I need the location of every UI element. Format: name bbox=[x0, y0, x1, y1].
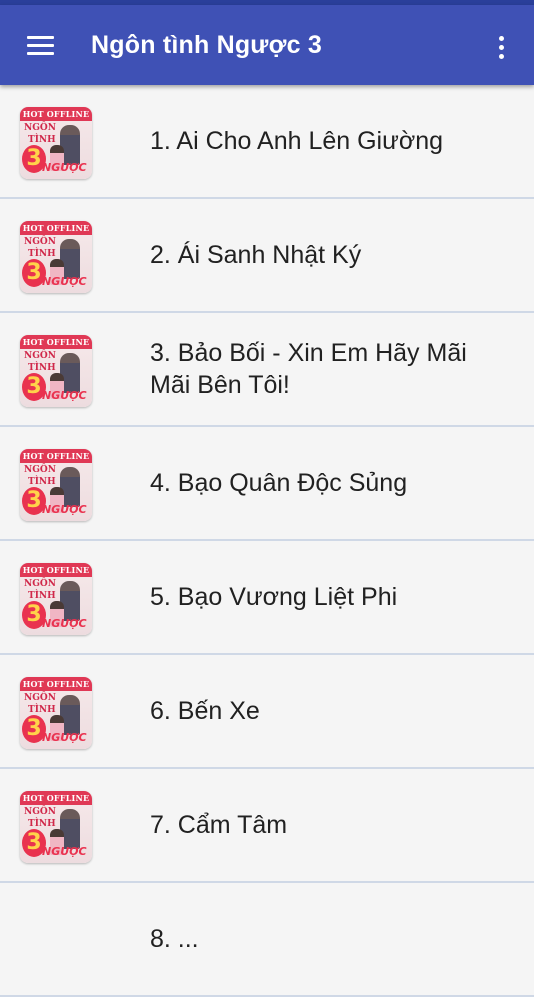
thumbnail-word2: TÌNH bbox=[28, 249, 56, 259]
thumbnail-word2: TÌNH bbox=[28, 477, 56, 487]
list-item[interactable]: HOT OFFLINE NGÔN TÌNH 3 NGƯỢC 6. Bến Xe bbox=[0, 655, 534, 769]
app-bar: Ngôn tình Ngược 3 bbox=[0, 5, 534, 85]
thumbnail-word1: NGÔN bbox=[24, 807, 56, 817]
thumbnail-word2: TÌNH bbox=[28, 591, 56, 601]
thumbnail-word1: NGÔN bbox=[24, 579, 56, 589]
list-item[interactable]: HOT OFFLINE NGÔN TÌNH 3 NGƯỢC 3. Bảo Bối… bbox=[0, 313, 534, 427]
app-cover-thumbnail: HOT OFFLINE NGÔN TÌNH 3 NGƯỢC bbox=[20, 449, 92, 521]
thumbnail-word1: NGÔN bbox=[24, 351, 56, 361]
more-vert-icon[interactable] bbox=[488, 27, 516, 67]
app-cover-thumbnail: HOT OFFLINE NGÔN TÌNH 3 NGƯỢC bbox=[20, 791, 92, 863]
thumbnail-tag: NGƯỢC bbox=[42, 617, 87, 630]
thumbnail-banner: HOT OFFLINE bbox=[20, 563, 92, 577]
thumbnail-tag: NGƯỢC bbox=[42, 731, 87, 744]
list-item[interactable]: HOT OFFLINE NGÔN TÌNH 3 NGƯỢC 2. Ái Sanh… bbox=[0, 199, 534, 313]
list-item[interactable]: HOT OFFLINE NGÔN TÌNH 3 NGƯỢC 4. Bạo Quâ… bbox=[0, 427, 534, 541]
thumbnail-banner: HOT OFFLINE bbox=[20, 335, 92, 349]
thumbnail-word1: NGÔN bbox=[24, 693, 56, 703]
thumbnail-banner: HOT OFFLINE bbox=[20, 677, 92, 691]
app-cover-thumbnail: HOT OFFLINE NGÔN TÌNH 3 NGƯỢC bbox=[20, 107, 92, 179]
thumbnail-word1: NGÔN bbox=[24, 465, 56, 475]
thumbnail-banner: HOT OFFLINE bbox=[20, 221, 92, 235]
thumbnail-banner: HOT OFFLINE bbox=[20, 107, 92, 121]
hamburger-menu-icon[interactable] bbox=[18, 25, 62, 65]
thumbnail-word2: TÌNH bbox=[28, 819, 56, 829]
thumbnail-tag: NGƯỢC bbox=[42, 845, 87, 858]
list-item-label: 2. Ái Sanh Nhật Ký bbox=[150, 241, 362, 269]
list-item-label: 1. Ai Cho Anh Lên Giường bbox=[150, 127, 444, 155]
list-item-label: 3. Bảo Bối - Xin Em Hãy Mãi Mãi Bên Tôi! bbox=[150, 339, 467, 399]
app-cover-thumbnail: HOT OFFLINE NGÔN TÌNH 3 NGƯỢC bbox=[20, 677, 92, 749]
thumbnail-word2: TÌNH bbox=[28, 135, 56, 145]
thumbnail-banner: HOT OFFLINE bbox=[20, 791, 92, 805]
app-cover-thumbnail: HOT OFFLINE NGÔN TÌNH 3 NGƯỢC bbox=[20, 563, 92, 635]
page-title: Ngôn tình Ngược 3 bbox=[91, 31, 322, 59]
thumbnail-word2: TÌNH bbox=[28, 705, 56, 715]
thumbnail-banner: HOT OFFLINE bbox=[20, 449, 92, 463]
app-cover-thumbnail: HOT OFFLINE NGÔN TÌNH 3 NGƯỢC bbox=[20, 221, 92, 293]
list-item-label: 6. Bến Xe bbox=[150, 697, 260, 725]
list-item-label: 5. Bạo Vương Liệt Phi bbox=[150, 583, 398, 611]
list-item-label: 4. Bạo Quân Độc Sủng bbox=[150, 469, 408, 497]
thumbnail-tag: NGƯỢC bbox=[42, 503, 87, 516]
thumbnail-tag: NGƯỢC bbox=[42, 389, 87, 402]
list-item[interactable]: 8. ... bbox=[0, 883, 534, 997]
list-item[interactable]: HOT OFFLINE NGÔN TÌNH 3 NGƯỢC 1. Ai Cho … bbox=[0, 85, 534, 199]
thumbnail-tag: NGƯỢC bbox=[42, 275, 87, 288]
app-cover-thumbnail: HOT OFFLINE NGÔN TÌNH 3 NGƯỢC bbox=[20, 335, 92, 407]
list-item[interactable]: HOT OFFLINE NGÔN TÌNH 3 NGƯỢC 5. Bạo Vươ… bbox=[0, 541, 534, 655]
list-item-label: 7. Cẩm Tâm bbox=[150, 811, 288, 839]
list-item[interactable]: HOT OFFLINE NGÔN TÌNH 3 NGƯỢC 7. Cẩm Tâm bbox=[0, 769, 534, 883]
thumbnail-word1: NGÔN bbox=[24, 237, 56, 247]
thumbnail-word2: TÌNH bbox=[28, 363, 56, 373]
thumbnail-tag: NGƯỢC bbox=[42, 161, 87, 174]
chapter-list: HOT OFFLINE NGÔN TÌNH 3 NGƯỢC 1. Ai Cho … bbox=[0, 85, 534, 997]
thumbnail-word1: NGÔN bbox=[24, 123, 56, 133]
